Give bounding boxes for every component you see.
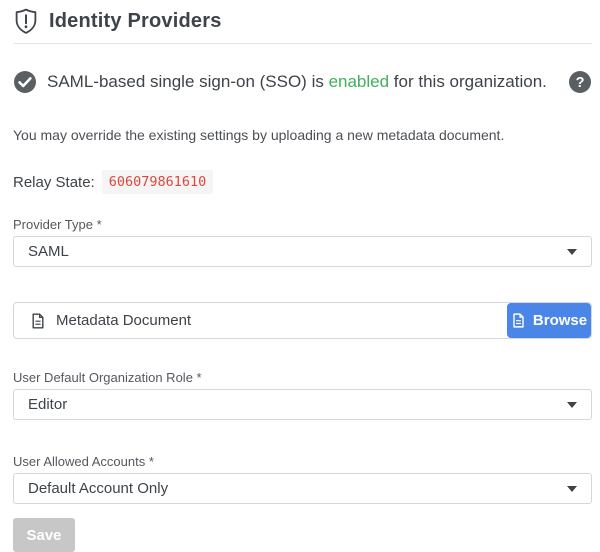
identity-providers-page: Identity Providers SAML-based single sig… [0,0,600,552]
browse-button-label: Browse [533,312,587,329]
check-circle-icon [13,70,37,94]
sso-enabled-highlight: enabled [329,72,390,91]
metadata-file-dropzone[interactable]: Metadata Document [14,303,507,338]
sso-status-row: SAML-based single sign-on (SSO) is enabl… [13,70,592,94]
metadata-file-placeholder: Metadata Document [56,312,191,329]
allowed-accounts-label: User Allowed Accounts * [13,454,592,469]
chevron-down-icon [567,486,577,492]
svg-text:?: ? [576,75,585,91]
provider-type-select[interactable]: SAML [13,236,592,267]
relay-state-value: 606079861610 [102,170,214,194]
page-title: Identity Providers [49,10,222,33]
metadata-file-input: Metadata Document Browse [13,302,592,339]
document-icon [511,313,526,328]
default-role-label: User Default Organization Role * [13,370,592,385]
provider-type-field: Provider Type * SAML [13,217,592,267]
default-role-field: User Default Organization Role * Editor [13,370,592,420]
default-role-value: Editor [28,396,67,413]
allowed-accounts-select[interactable]: Default Account Only [13,473,592,504]
chevron-down-icon [567,249,577,255]
browse-button[interactable]: Browse [507,303,591,338]
save-button[interactable]: Save [13,518,75,552]
relay-state-row: Relay State: 606079861610 [13,170,592,194]
provider-type-label: Provider Type * [13,217,592,232]
relay-state-label: Relay State: [13,174,95,191]
chevron-down-icon [567,402,577,408]
sso-status-text: SAML-based single sign-on (SSO) is enabl… [47,72,558,92]
document-icon [30,313,46,329]
shield-exclamation-icon [14,8,38,35]
override-description: You may override the existing settings b… [13,127,592,143]
help-button[interactable]: ? [568,70,592,94]
allowed-accounts-field: User Allowed Accounts * Default Account … [13,454,592,504]
page-header: Identity Providers [14,8,592,44]
provider-type-value: SAML [28,243,69,260]
question-circle-icon: ? [568,70,592,94]
default-role-select[interactable]: Editor [13,389,592,420]
allowed-accounts-value: Default Account Only [28,480,168,497]
